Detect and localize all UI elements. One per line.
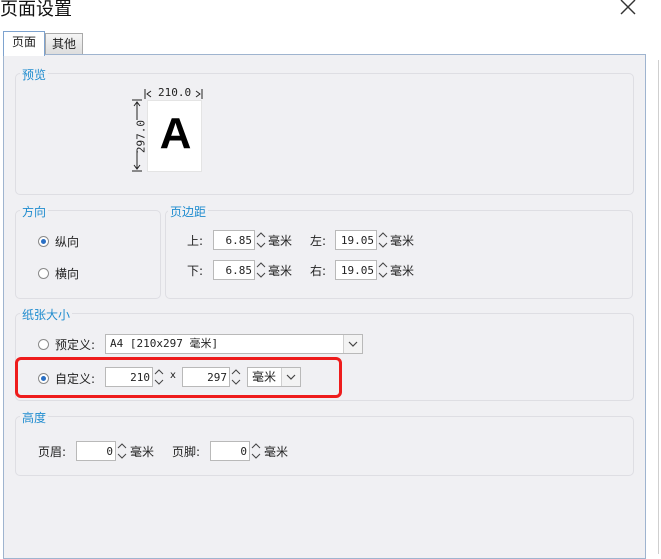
margin-top-unit: 毫米 — [268, 234, 293, 248]
header-stepper[interactable] — [116, 441, 128, 461]
height-legend: 高度 — [20, 409, 49, 426]
close-icon — [620, 0, 636, 15]
stepper-arrows-icon — [256, 262, 266, 278]
predefined-label[interactable]: 预定义: — [55, 336, 95, 353]
landscape-radio[interactable] — [38, 268, 49, 279]
margin-top-stepper[interactable] — [255, 230, 267, 250]
window-title: 页面设置 — [0, 0, 72, 20]
header-unit: 毫米 — [130, 445, 155, 459]
predefined-size-value: A4 [210x297 毫米] — [110, 337, 219, 350]
margin-left-input[interactable]: 19.05 — [335, 230, 377, 250]
preview-group — [15, 73, 634, 195]
margin-bottom-unit: 毫米 — [268, 264, 293, 278]
preview-paper-letter: A — [159, 109, 192, 158]
preview-legend: 预览 — [20, 66, 49, 83]
margin-top-input[interactable]: 6.85 — [213, 230, 255, 250]
header-input[interactable]: 0 — [76, 441, 116, 461]
margin-left-stepper[interactable] — [377, 230, 389, 250]
margins-group — [165, 210, 633, 299]
margin-left-label: 左: — [310, 234, 327, 248]
predefined-radio[interactable] — [38, 339, 49, 350]
margin-left-unit: 毫米 — [390, 234, 415, 248]
stepper-arrows-icon — [378, 232, 388, 248]
window-border — [658, 60, 659, 554]
tab-other[interactable]: 其他 — [45, 33, 83, 55]
predefined-size-dropdown[interactable] — [343, 335, 362, 353]
stepper-arrows-icon — [256, 232, 266, 248]
stepper-arrows-icon — [251, 443, 261, 459]
margin-right-input[interactable]: 19.05 — [335, 260, 377, 280]
preview-paper: A — [147, 100, 202, 172]
custom-size-highlight — [15, 357, 342, 398]
margin-bottom-label: 下: — [187, 264, 204, 278]
preview-width-label: 210.0 — [158, 86, 192, 99]
paper-size-legend: 纸张大小 — [20, 306, 73, 323]
chevron-down-icon — [348, 341, 358, 347]
margin-top-label: 上: — [187, 234, 204, 248]
footer-input[interactable]: 0 — [210, 441, 250, 461]
stepper-arrows-icon — [378, 262, 388, 278]
footer-label: 页脚: — [172, 445, 201, 459]
predefined-size-select[interactable]: A4 [210x297 毫米] — [105, 334, 363, 354]
margin-right-unit: 毫米 — [390, 264, 415, 278]
margins-legend: 页边距 — [168, 203, 209, 220]
preview-height-label: 297.0 — [134, 119, 148, 154]
stepper-arrows-icon — [117, 443, 127, 459]
orientation-legend: 方向 — [20, 203, 49, 220]
portrait-radio[interactable] — [38, 236, 49, 247]
footer-unit: 毫米 — [264, 445, 289, 459]
margin-right-label: 右: — [310, 264, 327, 278]
footer-stepper[interactable] — [250, 441, 262, 461]
margin-bottom-input[interactable]: 6.85 — [213, 260, 255, 280]
close-button[interactable] — [615, 0, 639, 21]
header-label: 页眉: — [38, 445, 67, 459]
portrait-label[interactable]: 纵向 — [55, 233, 79, 250]
margin-right-stepper[interactable] — [377, 260, 389, 280]
landscape-label[interactable]: 横向 — [55, 265, 79, 282]
margin-bottom-stepper[interactable] — [255, 260, 267, 280]
tab-page[interactable]: 页面 — [3, 31, 45, 56]
orientation-group — [15, 210, 161, 299]
